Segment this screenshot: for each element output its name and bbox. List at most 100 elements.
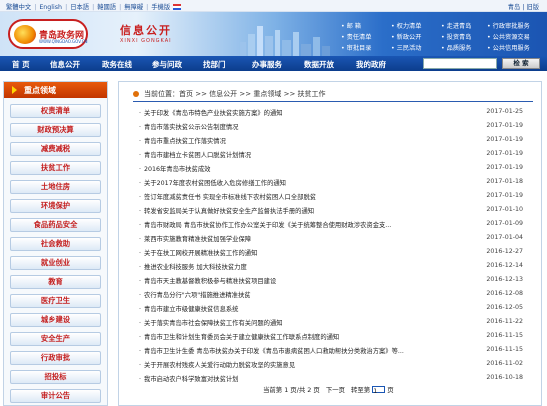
sidebar-item-land-housing[interactable]: 土地住房: [10, 180, 101, 194]
sidebar-item-bidding[interactable]: 招投标: [10, 370, 101, 384]
article-row[interactable]: 2016年青岛市扶贫成效 2017-01-19: [139, 163, 537, 175]
article-row[interactable]: 青岛市卫生计生委 青岛市扶贫办关于印发《青岛市患病贫困人口救助帮扶分类救治方案》…: [139, 345, 537, 357]
nav-mailbox[interactable]: 邮 箱: [341, 21, 361, 30]
sidebar-item-education[interactable]: 教育: [10, 275, 101, 289]
article-title-link[interactable]: 农行青岛分行"六项"措施推进精准扶贫: [139, 290, 471, 299]
page-unit: 页: [387, 386, 394, 394]
sidebar-item-employment[interactable]: 就业创业: [10, 256, 101, 270]
menu-participate[interactable]: 参与问政: [152, 59, 182, 70]
article-title-link[interactable]: 关于开展农村残疾人关爱行动助力脱贫攻坚的实施意见: [139, 360, 471, 369]
top-right-links[interactable]: 青岛 | 旧版: [508, 2, 539, 11]
article-date: 2016-11-15: [486, 332, 523, 339]
article-title-link[interactable]: 青岛市卫生计生委 青岛市扶贫办关于印发《青岛市患病贫困人口救助帮扶分类救治方案》…: [139, 346, 471, 355]
search-input[interactable]: [423, 58, 497, 69]
article-row[interactable]: 青岛市建档立卡贫困人口脱贫计划情况 2017-01-19: [139, 149, 537, 161]
site-logo[interactable]: 青岛政务网 WWW.QINGDAO.GOV.CN: [8, 19, 88, 49]
nav-approval-catalog[interactable]: 审批目录: [341, 43, 372, 52]
article-row[interactable]: 青岛市落实扶贫公示公告制度情况 2017-01-19: [139, 121, 537, 133]
sidebar-item-power-list[interactable]: 权责清单: [10, 104, 101, 118]
article-row[interactable]: 青岛市卫生和计划生育委员会关于建立健康扶贫工作联系点制度的通知 2016-11-1…: [139, 331, 537, 343]
article-date: 2016-12-27: [486, 248, 523, 255]
sidebar-item-urban-construction[interactable]: 城乡建设: [10, 313, 101, 327]
article-row[interactable]: 我市启动农户科学致富对扶贫计划 2016-10-18: [139, 373, 537, 385]
article-row[interactable]: 青岛市建立市级健康扶贫信息系统 2016-12-05: [139, 303, 537, 315]
lang-link-traditional[interactable]: 繁體中文: [6, 4, 31, 11]
nav-responsibility-list[interactable]: 责任清单: [341, 32, 372, 41]
article-title-link[interactable]: 关于在扶工网校开展精准扶贫工作的通知: [139, 248, 471, 257]
article-row[interactable]: 青岛市重点扶贫工作落实情况 2017-01-19: [139, 135, 537, 147]
accessibility-link[interactable]: 無障礙: [124, 4, 143, 11]
article-title-link[interactable]: 签订年度减贫责任书 实现全市标准线下农村贫困人口全部脱贫: [139, 192, 471, 201]
nav-power-list[interactable]: 权力清单: [391, 21, 422, 30]
menu-gov-online[interactable]: 政务在线: [102, 59, 132, 70]
article-title-link[interactable]: 青岛市天主教基督教积极参与精准扶贫项目建设: [139, 276, 471, 285]
article-row[interactable]: 关于印发《青岛市特色产业扶贫实施方案》的通知 2017-01-25: [139, 107, 537, 119]
nav-policy-open[interactable]: 新政公开: [391, 32, 422, 41]
article-title-link[interactable]: 2016年青岛市扶贫成效: [139, 164, 471, 173]
next-page-link[interactable]: 下一页: [326, 386, 345, 394]
sidebar-item-health[interactable]: 医疗卫生: [10, 294, 101, 308]
article-title-link[interactable]: 青岛市建立市级健康扶贫信息系统: [139, 304, 471, 313]
article-date: 2017-01-19: [486, 150, 523, 157]
article-title-link[interactable]: 关于2017年度农村贫困低收入危房修缮工作的通知: [139, 178, 471, 187]
article-title-link[interactable]: 我市启动农户科学致富对扶贫计划: [139, 374, 471, 383]
article-row[interactable]: 青岛市天主教基督教积极参与精准扶贫项目建设 2016-12-13: [139, 275, 537, 287]
sidebar-item-budget[interactable]: 财政预决算: [10, 123, 101, 137]
article-row[interactable]: 农行青岛分行"六项"措施推进精准扶贫 2016-12-08: [139, 289, 537, 301]
sidebar-item-social-aid[interactable]: 社会救助: [10, 237, 101, 251]
nav-invest-qingdao[interactable]: 投资青岛: [441, 32, 472, 41]
nav-quality-service[interactable]: 品质服务: [441, 43, 472, 52]
article-title-link[interactable]: 莱西市实施教育精准扶贫加强学业保障: [139, 234, 471, 243]
article-title-link[interactable]: 青岛市卫生和计划生育委员会关于建立健康扶贫工作联系点制度的通知: [139, 332, 471, 341]
sidebar-item-tax-reduction[interactable]: 减费减税: [10, 142, 101, 156]
article-row[interactable]: 关于2017年度农村贫困低收入危房修缮工作的通知 2017-01-18: [139, 177, 537, 189]
article-title-link[interactable]: 转发省安监局关于认真做好扶贫安全生产监督执法手册的通知: [139, 206, 471, 215]
nav-public-resources[interactable]: 公共资源交易: [487, 32, 530, 41]
article-title-link[interactable]: 关于印发《青岛市特色产业扶贫实施方案》的通知: [139, 108, 471, 117]
lang-link-english[interactable]: English: [39, 4, 62, 11]
lang-link-korean[interactable]: 韓國語: [97, 4, 116, 11]
article-row[interactable]: 关于开展农村残疾人关爱行动助力脱贫攻坚的实施意见 2016-11-02: [139, 359, 537, 371]
menu-open-data[interactable]: 数据开放: [304, 59, 334, 70]
search-button[interactable]: 检 索: [502, 58, 540, 69]
article-row[interactable]: 转发省安监局关于认真做好扶贫安全生产监督执法手册的通知 2017-01-10: [139, 205, 537, 217]
article-title-link[interactable]: 关于落实青岛市社会保障扶贫工作有关问题的通知: [139, 318, 471, 327]
section-title: 信息公开: [120, 24, 172, 37]
sidebar-item-environment[interactable]: 环境保护: [10, 199, 101, 213]
sidebar-item-food-safety[interactable]: 食品药品安全: [10, 218, 101, 232]
pager: 当前第 1 页/共 2 页 下一页 转至第 1 页: [263, 385, 394, 395]
article-title-link[interactable]: 青岛市建档立卡贫困人口脱贫计划情况: [139, 150, 471, 159]
menu-info-open[interactable]: 信息公开: [50, 59, 80, 70]
article-row[interactable]: 签订年度减贫责任书 实现全市标准线下农村贫困人口全部脱贫 2017-01-19: [139, 191, 537, 203]
article-row[interactable]: 关于在扶工网校开展精准扶贫工作的通知 2016-12-27: [139, 247, 537, 259]
article-title-link[interactable]: 青岛市落实扶贫公示公告制度情况: [139, 122, 471, 131]
mobile-link[interactable]: 手機版: [151, 4, 170, 11]
sidebar-item-audit[interactable]: 审计公告: [10, 389, 101, 403]
article-row[interactable]: 莱西市实施教育精准扶贫加强学业保障 2017-01-04: [139, 233, 537, 245]
site-header: 青岛政务网 WWW.QINGDAO.GOV.CN 信息公开 XINXI GONG…: [0, 12, 547, 56]
sidebar-item-safety[interactable]: 安全生产: [10, 332, 101, 346]
nav-enter-qingdao[interactable]: 走进青岛: [441, 21, 472, 30]
nav-three-min[interactable]: 三民活动: [391, 43, 422, 52]
page-jump-input[interactable]: 1: [372, 386, 386, 395]
article-date: 2017-01-18: [486, 178, 523, 185]
article-row[interactable]: 推进农业科技服务 加大科技扶贫力度 2016-12-14: [139, 261, 537, 273]
article-title-link[interactable]: 青岛市财政局 青岛市扶贫协作工作办公室关于印发《关于统筹整合使用财政涉农资金支.…: [139, 220, 471, 229]
sidebar-header: 重点领域: [4, 82, 107, 98]
menu-services[interactable]: 办事服务: [252, 59, 282, 70]
menu-home[interactable]: 首 页: [12, 59, 30, 70]
article-title-link[interactable]: 推进农业科技服务 加大科技扶贫力度: [139, 262, 471, 271]
nav-admin-approval[interactable]: 行政审批服务: [487, 21, 530, 30]
article-row[interactable]: 青岛市财政局 青岛市扶贫协作工作办公室关于印发《关于统筹整合使用财政涉农资金支.…: [139, 219, 537, 231]
article-title-link[interactable]: 青岛市重点扶贫工作落实情况: [139, 136, 471, 145]
menu-my-gov[interactable]: 我的政府: [356, 59, 386, 70]
section-subtitle: XINXI GONGKAI: [120, 38, 172, 44]
nav-credit-service[interactable]: 公共信用服务: [487, 43, 530, 52]
article-row[interactable]: 关于落实青岛市社会保障扶贫工作有关问题的通知 2016-11-22: [139, 317, 537, 329]
menu-find-dept[interactable]: 找部门: [203, 59, 226, 70]
article-date: 2016-12-13: [486, 276, 523, 283]
sidebar-item-approval[interactable]: 行政审批: [10, 351, 101, 365]
breadcrumb-text[interactable]: 当前位置：首页 >> 信息公开 >> 重点领域 >> 扶贫工作: [144, 90, 326, 98]
lang-link-japanese[interactable]: 日本語: [70, 4, 89, 11]
sidebar-item-poverty[interactable]: 扶贫工作: [10, 161, 101, 175]
